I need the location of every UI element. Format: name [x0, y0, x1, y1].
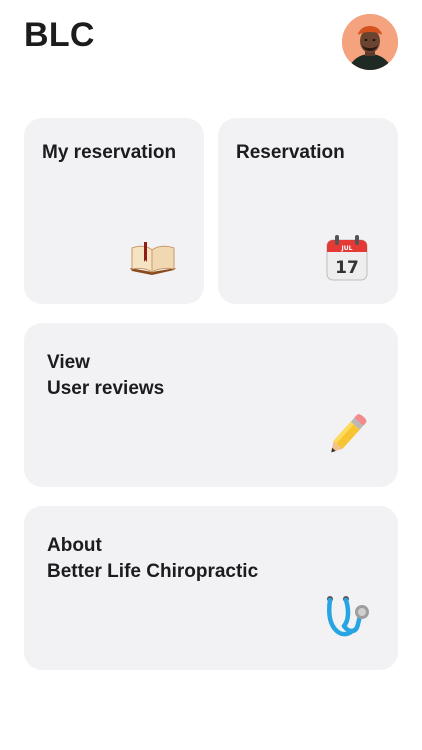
pencil-icon	[320, 411, 372, 466]
about-line2: Better Life Chiropractic	[47, 561, 259, 582]
user-reviews-label: View User reviews	[47, 350, 164, 402]
user-reviews-line1: View	[47, 352, 90, 373]
user-reviews-card[interactable]: View User reviews	[24, 323, 398, 487]
about-card[interactable]: About Better Life Chiropractic	[24, 506, 398, 670]
about-line1: About	[47, 535, 102, 556]
app-title: BLC	[24, 16, 95, 54]
calendar-day: 17	[335, 258, 359, 278]
open-book-icon	[128, 238, 178, 283]
my-reservation-card[interactable]: My reservation	[24, 118, 204, 304]
avatar[interactable]	[342, 14, 398, 70]
calendar-month: JUL	[341, 245, 353, 252]
calendar-icon: JUL 17	[324, 232, 370, 289]
user-reviews-line2: User reviews	[47, 378, 165, 399]
reservation-label: Reservation	[236, 142, 345, 163]
my-reservation-label: My reservation	[42, 142, 177, 163]
about-label: About Better Life Chiropractic	[47, 533, 258, 585]
avatar-image	[342, 14, 398, 70]
stethoscope-icon	[322, 594, 372, 651]
reservation-card[interactable]: Reservation JUL 17	[218, 118, 398, 304]
